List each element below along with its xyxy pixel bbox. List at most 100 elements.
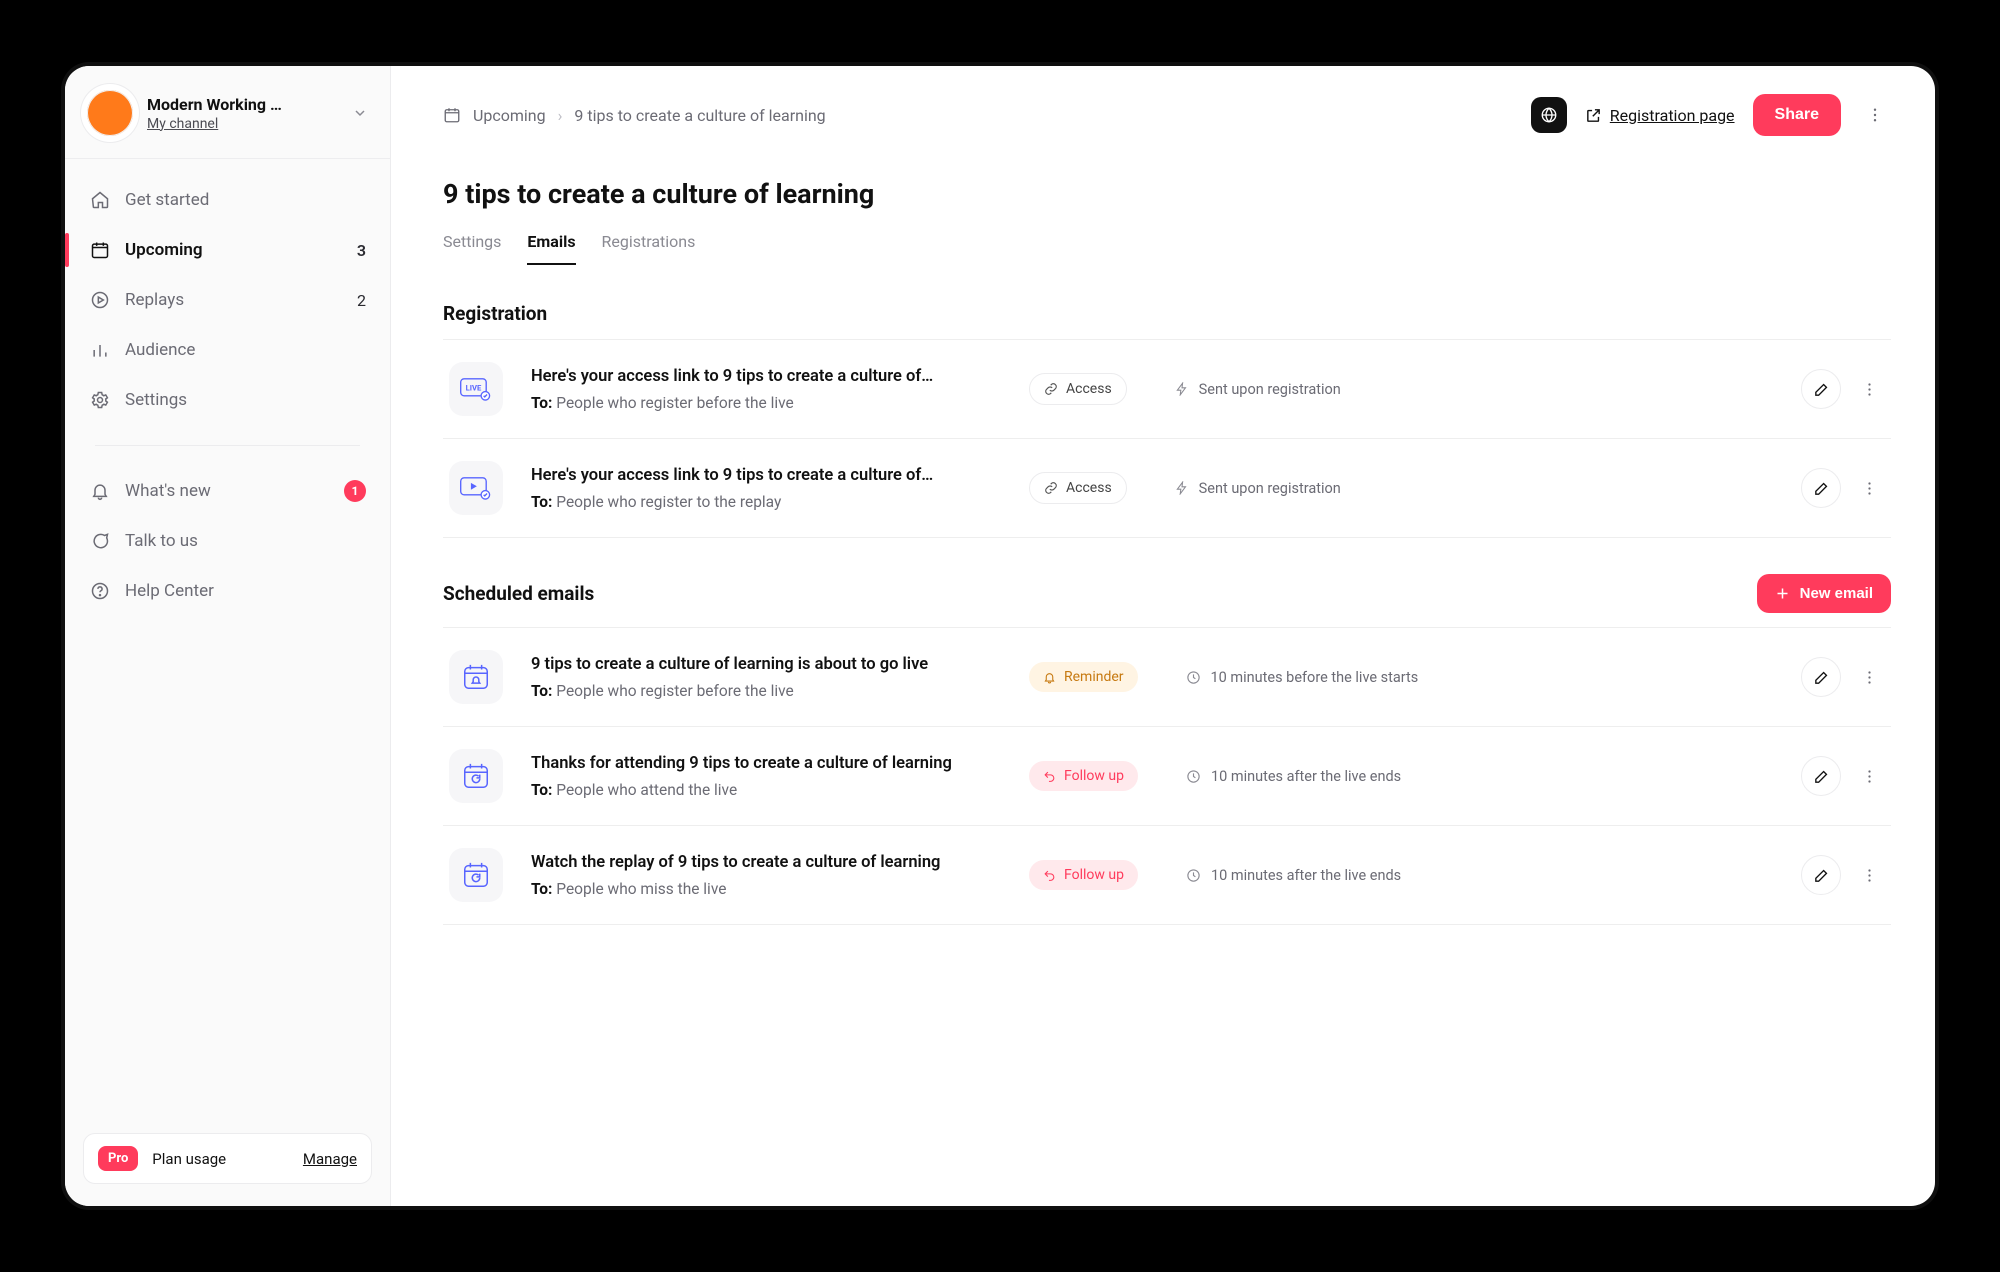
divider (95, 445, 360, 446)
plan-card: Pro Plan usage Manage (83, 1133, 372, 1184)
plus-icon (1775, 586, 1790, 601)
email-recipients: To: People who miss the live (531, 880, 1001, 898)
reminder-pill: Reminder (1029, 662, 1138, 692)
email-timing: 10 minutes after the live ends (1186, 867, 1401, 884)
row-icon (449, 650, 503, 704)
sidebar: Modern Working … My channel Get started … (65, 66, 391, 1206)
chat-icon (89, 530, 111, 552)
email-row: Here's your access link to 9 tips to cre… (443, 439, 1891, 538)
breadcrumb-leaf: 9 tips to create a culture of learning (574, 106, 825, 125)
sidebar-item-talk[interactable]: Talk to us (75, 518, 380, 564)
svg-text:LIVE: LIVE (466, 383, 482, 392)
breadcrumb: Upcoming › 9 tips to create a culture of… (443, 106, 826, 125)
avatar (87, 90, 133, 136)
registration-page-link[interactable]: Registration page (1585, 106, 1735, 125)
section-title-scheduled: Scheduled emails (443, 582, 594, 605)
row-more-button[interactable] (1853, 661, 1885, 693)
sidebar-item-label: Talk to us (125, 531, 198, 551)
workspace-switcher[interactable]: Modern Working … My channel (65, 66, 390, 159)
chevron-down-icon (352, 105, 368, 121)
sidebar-item-audience[interactable]: Audience (75, 327, 380, 373)
row-more-button[interactable] (1853, 472, 1885, 504)
more-button[interactable] (1859, 99, 1891, 131)
email-recipients: To: People who register before the live (531, 682, 1001, 700)
sidebar-nav: Get started Upcoming 3 Replays 2 Audienc… (65, 159, 390, 614)
email-title: Watch the replay of 9 tips to create a c… (531, 853, 1001, 872)
topbar: Upcoming › 9 tips to create a culture of… (443, 94, 1891, 136)
globe-button[interactable] (1531, 97, 1567, 133)
chevron-right-icon: › (558, 106, 563, 125)
row-icon (449, 749, 503, 803)
sidebar-item-label: Replays (125, 290, 184, 310)
email-title: Thanks for attending 9 tips to create a … (531, 754, 1001, 773)
notification-badge: 1 (344, 480, 366, 502)
plan-usage-label: Plan usage (152, 1150, 226, 1168)
email-title: Here's your access link to 9 tips to cre… (531, 466, 1001, 485)
sidebar-item-label: Settings (125, 390, 187, 410)
email-row: LIVE Here's your access link to 9 tips to… (443, 340, 1891, 439)
tab-emails[interactable]: Emails (527, 224, 575, 265)
tab-registrations[interactable]: Registrations (602, 224, 696, 265)
upcoming-count: 3 (357, 241, 366, 260)
edit-button[interactable] (1801, 756, 1841, 796)
email-timing: Sent upon registration (1175, 480, 1341, 497)
page-title: 9 tips to create a culture of learning (443, 178, 1891, 210)
followup-pill: Follow up (1029, 761, 1138, 791)
edit-button[interactable] (1801, 855, 1841, 895)
calendar-icon (89, 239, 111, 261)
section-title-registration: Registration (443, 302, 1891, 325)
email-title: Here's your access link to 9 tips to cre… (531, 367, 1001, 386)
app-window: Modern Working … My channel Get started … (65, 66, 1935, 1206)
calendar-icon (443, 106, 461, 124)
sidebar-item-upcoming[interactable]: Upcoming 3 (75, 227, 380, 273)
play-circle-icon (89, 289, 111, 311)
workspace-name: Modern Working … (147, 95, 338, 114)
sidebar-item-label: What's new (125, 481, 211, 501)
email-recipients: To: People who register before the live (531, 394, 1001, 412)
new-email-button[interactable]: New email (1757, 574, 1891, 613)
followup-pill: Follow up (1029, 860, 1138, 890)
sidebar-item-replays[interactable]: Replays 2 (75, 277, 380, 323)
replays-count: 2 (357, 291, 366, 310)
sidebar-item-label: Upcoming (125, 240, 203, 260)
breadcrumb-root[interactable]: Upcoming (473, 106, 546, 125)
sidebar-item-label: Get started (125, 190, 209, 210)
email-row: 9 tips to create a culture of learning i… (443, 628, 1891, 727)
sidebar-item-label: Audience (125, 340, 195, 360)
email-timing: 10 minutes before the live starts (1186, 669, 1419, 686)
edit-button[interactable] (1801, 657, 1841, 697)
sidebar-item-settings[interactable]: Settings (75, 377, 380, 423)
gear-icon (89, 389, 111, 411)
scheduled-rows: 9 tips to create a culture of learning i… (443, 627, 1891, 925)
main: Upcoming › 9 tips to create a culture of… (391, 66, 1935, 1206)
workspace-channel-link[interactable]: My channel (147, 116, 338, 132)
sidebar-item-whats-new[interactable]: What's new 1 (75, 468, 380, 514)
access-pill: Access (1029, 373, 1127, 405)
row-icon (449, 848, 503, 902)
tabs: Settings Emails Registrations (443, 224, 1891, 266)
sidebar-item-get-started[interactable]: Get started (75, 177, 380, 223)
bell-icon (89, 480, 111, 502)
email-row: Thanks for attending 9 tips to create a … (443, 727, 1891, 826)
row-more-button[interactable] (1853, 373, 1885, 405)
home-icon (89, 189, 111, 211)
email-row: Watch the replay of 9 tips to create a c… (443, 826, 1891, 925)
email-timing: Sent upon registration (1175, 381, 1341, 398)
edit-button[interactable] (1801, 468, 1841, 508)
row-more-button[interactable] (1853, 859, 1885, 891)
access-pill: Access (1029, 472, 1127, 504)
plan-chip: Pro (98, 1146, 138, 1171)
row-icon: LIVE (449, 362, 503, 416)
sidebar-item-help[interactable]: Help Center (75, 568, 380, 614)
email-timing: 10 minutes after the live ends (1186, 768, 1401, 785)
bars-icon (89, 339, 111, 361)
sidebar-item-label: Help Center (125, 581, 214, 601)
row-icon (449, 461, 503, 515)
help-icon (89, 580, 111, 602)
plan-manage-link[interactable]: Manage (303, 1150, 357, 1168)
share-button[interactable]: Share (1753, 94, 1841, 136)
row-more-button[interactable] (1853, 760, 1885, 792)
edit-button[interactable] (1801, 369, 1841, 409)
external-link-icon (1585, 107, 1602, 124)
tab-settings[interactable]: Settings (443, 224, 501, 265)
